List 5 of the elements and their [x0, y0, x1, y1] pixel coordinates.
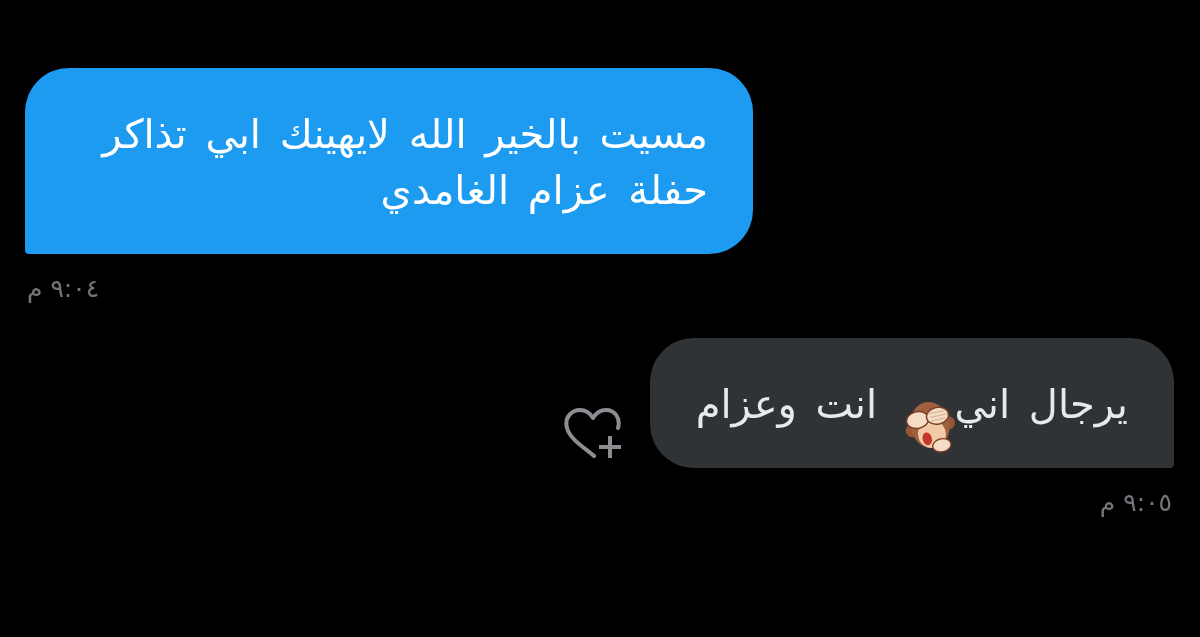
message-time: ٩:٠٤ م — [26, 274, 101, 304]
message-time: ٩:٠٥ م — [1098, 488, 1173, 518]
message-text: مسيت بالخير الله لايهينك ابي تذاكر حفلة عزام الغامدي — [99, 110, 708, 216]
heart-plus-icon[interactable] — [563, 408, 622, 460]
message-text: يرجال اني انت وعزام — [695, 380, 1128, 430]
